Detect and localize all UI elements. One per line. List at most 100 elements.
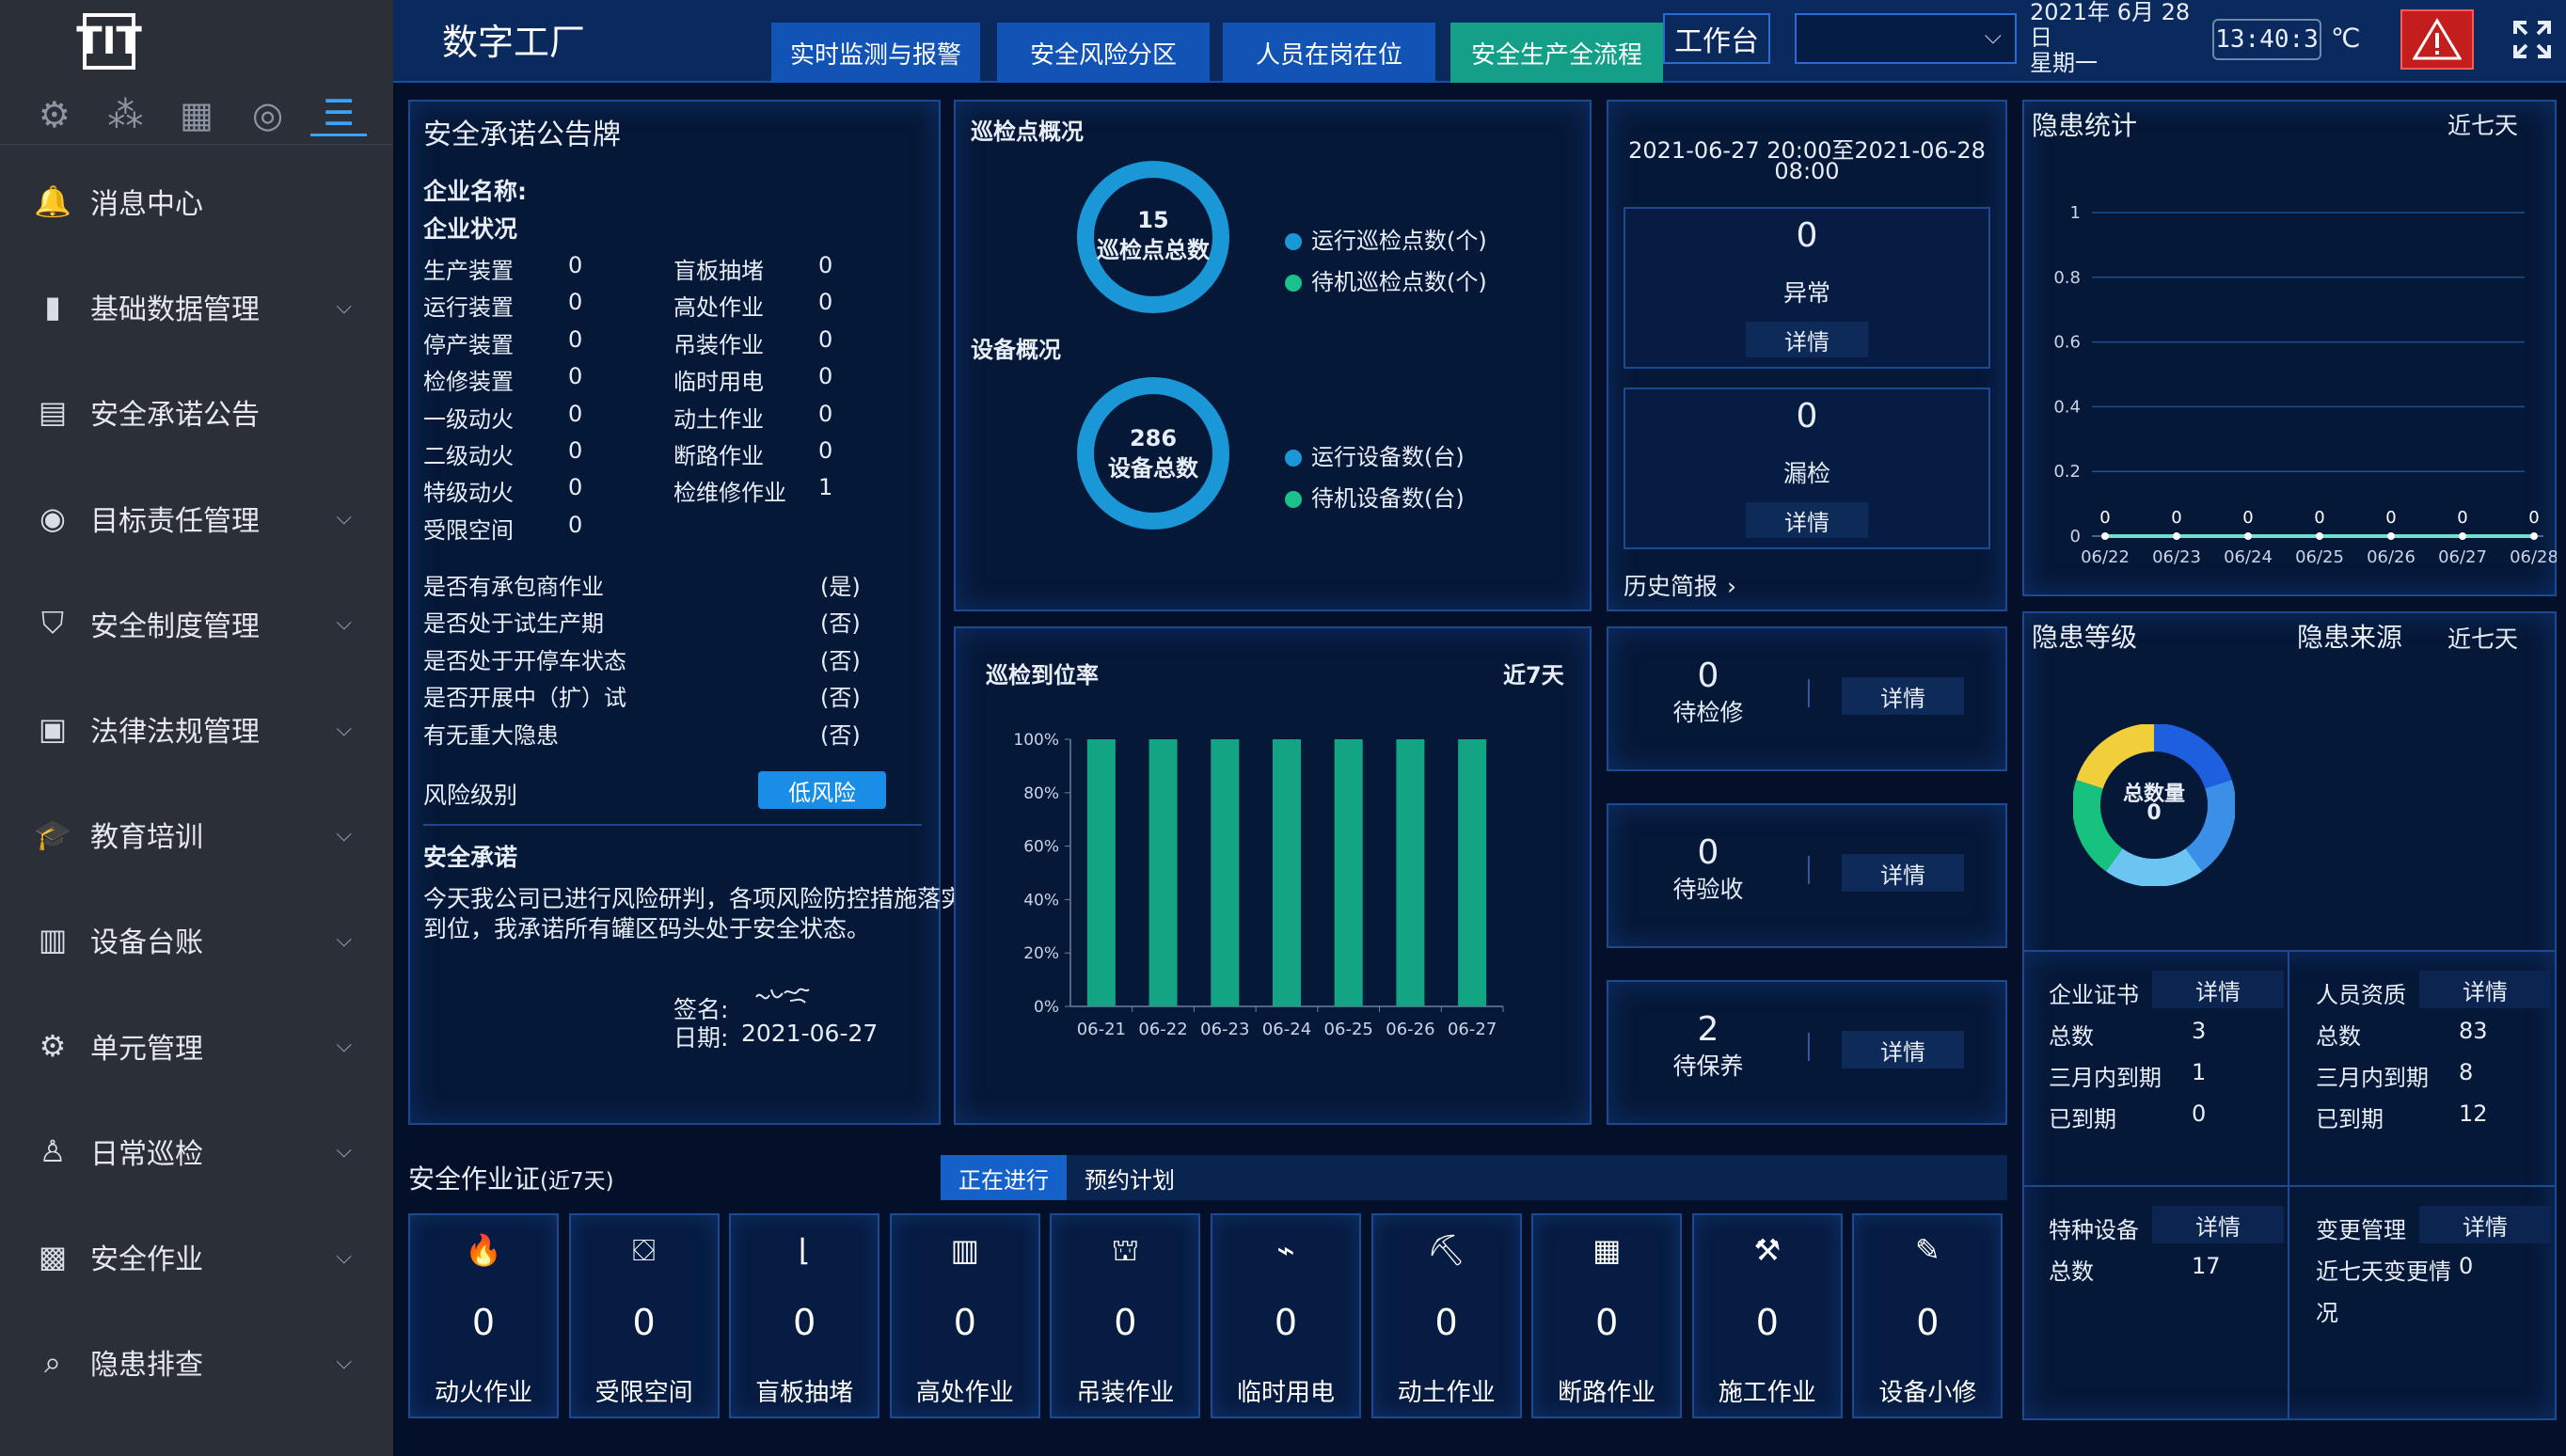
- cert-detail-button[interactable]: 详情: [2419, 1206, 2551, 1243]
- tab-scheduled[interactable]: 预约计划: [1067, 1155, 1193, 1200]
- sidebar-item-label: 单元管理: [90, 1032, 203, 1066]
- sidebar-item[interactable]: 🔔 消息中心: [0, 149, 393, 254]
- sidebar-item-label: 隐患排查: [90, 1349, 203, 1383]
- pending-detail-button[interactable]: 详情: [1842, 854, 1964, 892]
- x-tick-label: 06/23: [2152, 547, 2201, 567]
- patrol-rate-range: 近7天: [1503, 662, 1564, 688]
- work-permit-card[interactable]: ✎ 0 设备小修: [1852, 1213, 2004, 1418]
- data-label: 0: [2171, 508, 2181, 528]
- bar: [1458, 739, 1487, 1006]
- pending-detail-button[interactable]: 详情: [1842, 677, 1964, 715]
- status-value: 0: [568, 289, 583, 316]
- inspection-points-title: 巡检点概况: [971, 119, 1084, 145]
- question-text: 是否开展中（扩）试: [423, 685, 626, 712]
- temperature-unit: ℃: [2331, 23, 2361, 54]
- shield-icon: ⛉: [40, 605, 64, 641]
- work-permit-card[interactable]: ⛏ 0 动土作业: [1370, 1213, 1522, 1418]
- status-key: 高处作业: [673, 294, 764, 322]
- sidebar-item[interactable]: ⛉ 安全制度管理 ⌵: [0, 571, 393, 676]
- sidebar-item[interactable]: ▩ 安全作业 ⌵: [0, 1204, 393, 1309]
- tab-in-progress[interactable]: 正在进行: [941, 1155, 1067, 1200]
- cert-row-key: 三月内到期: [2316, 1065, 2429, 1091]
- work-permit-card[interactable]: ⛫ 0 吊装作业: [1050, 1213, 1201, 1418]
- sidebar-item[interactable]: 🎓 教育培训 ⌵: [0, 782, 393, 887]
- sidebar-item[interactable]: ⚙ 单元管理 ⌵: [0, 993, 393, 1099]
- work-permit-card[interactable]: ▦ 0 断路作业: [1531, 1213, 1683, 1418]
- hazard-donut-value: 0: [2146, 801, 2162, 825]
- chevron-down-icon: ⌵: [336, 1034, 352, 1058]
- x-tick-label: 06/27: [2438, 547, 2487, 567]
- date-value: 2021-06-27: [741, 1020, 879, 1047]
- roadblock-icon: ▦: [1592, 1232, 1622, 1268]
- sidebar-item[interactable]: ⌕ 隐患排查 ⌵: [0, 1309, 393, 1415]
- tab-personnel[interactable]: 人员在岗在位: [1223, 23, 1435, 83]
- target-icon[interactable]: ◎: [240, 94, 296, 135]
- sidebar-item-label: 日常巡检: [90, 1137, 203, 1171]
- book-icon: ▣: [38, 711, 68, 747]
- cert-row-value: 12: [2459, 1100, 2488, 1127]
- status-key: 吊装作业: [673, 331, 764, 358]
- abnormal-detail-button[interactable]: 详情: [1746, 322, 1868, 357]
- missed-detail-button[interactable]: 详情: [1746, 502, 1868, 538]
- work-permit-card[interactable]: ⌊ 0 盲板抽堵: [729, 1213, 880, 1418]
- cert-detail-button[interactable]: 详情: [2419, 971, 2551, 1008]
- status-value: 0: [818, 289, 833, 316]
- company-name-label: 企业名称:: [423, 178, 527, 205]
- work-permit-card[interactable]: ▥ 0 高处作业: [889, 1213, 1040, 1418]
- sliders-icon[interactable]: ☰: [310, 92, 368, 136]
- tab-safety-process[interactable]: 安全生产全流程: [1450, 23, 1663, 83]
- grid-icon[interactable]: ▦: [168, 94, 225, 135]
- work-permit-value: 0: [1916, 1302, 1940, 1343]
- bar: [1211, 739, 1240, 1006]
- work-permit-value: 0: [1595, 1302, 1619, 1343]
- tab-risk-zone[interactable]: 安全风险分区: [997, 23, 1210, 83]
- status-value: 0: [818, 252, 833, 278]
- x-tick-label: 06-23: [1200, 1020, 1249, 1039]
- factory-select[interactable]: ⌵: [1795, 13, 2017, 64]
- hazard-source-title[interactable]: 隐患来源: [2297, 617, 2402, 655]
- work-permit-card[interactable]: ⚒ 0 施工作业: [1691, 1213, 1843, 1418]
- chevron-down-icon: ⌵: [336, 1350, 352, 1374]
- patrol-bar-chart: 100% 80% 60% 40% 20% 0% 06-21 06-22 06-23 06-24 06…: [1013, 731, 1504, 1039]
- chevron-down-icon: ⌵: [336, 822, 352, 847]
- nodes-icon[interactable]: ⁂: [97, 94, 153, 135]
- tab-realtime-monitor[interactable]: 实时监测与报警: [771, 23, 980, 83]
- work-permit-label: 动土作业: [1397, 1379, 1496, 1407]
- sidebar-item[interactable]: ▮ 基础数据管理 ⌵: [0, 254, 393, 359]
- cert-row-key: 总数: [2049, 1258, 2094, 1285]
- legend-dot-green: [1285, 275, 1302, 292]
- bar: [1334, 739, 1363, 1006]
- cert-detail-button[interactable]: 详情: [2152, 971, 2284, 1008]
- legend-standby-equipment-label: 待机设备数(台): [1311, 485, 1465, 512]
- work-permit-card[interactable]: 🔥 0 动火作业: [408, 1213, 559, 1418]
- cert-detail-button[interactable]: 详情: [2152, 1206, 2284, 1243]
- sidebar-item[interactable]: ▥ 设备台账 ⌵: [0, 887, 393, 992]
- x-tick-label: 06-26: [1386, 1020, 1434, 1039]
- fullscreen-icon[interactable]: [2511, 19, 2553, 60]
- sidebar-item[interactable]: ▣ 法律法规管理 ⌵: [0, 676, 393, 782]
- warning-icon[interactable]: [2400, 9, 2474, 70]
- cert-row-key: 已到期: [2049, 1106, 2116, 1132]
- risk-level-badge: 低风险: [758, 771, 886, 809]
- status-key: 动土作业: [673, 405, 764, 433]
- cert-row-value: 17: [2192, 1253, 2221, 1279]
- sidebar-item-label: 安全制度管理: [90, 609, 260, 643]
- settings-icon[interactable]: ⚙: [26, 94, 83, 135]
- work-permit-label: 受限空间: [594, 1379, 693, 1407]
- y-tick-label: 100%: [1013, 731, 1059, 750]
- pending-detail-button[interactable]: 详情: [1842, 1031, 1964, 1068]
- equipment-total-value: 286: [1129, 425, 1178, 451]
- sidebar-item[interactable]: ◉ 目标责任管理 ⌵: [0, 466, 393, 571]
- work-permit-card[interactable]: ⌁ 0 临时用电: [1211, 1213, 1361, 1418]
- history-report-link[interactable]: 历史简报 ›: [1624, 568, 1736, 602]
- legend-running-points-label: 运行巡检点数(个): [1311, 228, 1487, 254]
- abnormal-label: 异常: [1782, 279, 1830, 307]
- search-doc-icon: ⌕: [44, 1343, 61, 1380]
- work-permit-label: 断路作业: [1558, 1379, 1656, 1407]
- sidebar-item[interactable]: ♙ 日常巡检 ⌵: [0, 1099, 393, 1204]
- data-point: [2244, 532, 2252, 540]
- workbench-button[interactable]: 工作台: [1663, 13, 1770, 64]
- work-permit-card[interactable]: ⛋ 0 受限空间: [568, 1213, 720, 1418]
- sidebar-item[interactable]: ▤ 安全承诺公告: [0, 359, 393, 465]
- work-permit-label: 盲板抽堵: [755, 1379, 854, 1407]
